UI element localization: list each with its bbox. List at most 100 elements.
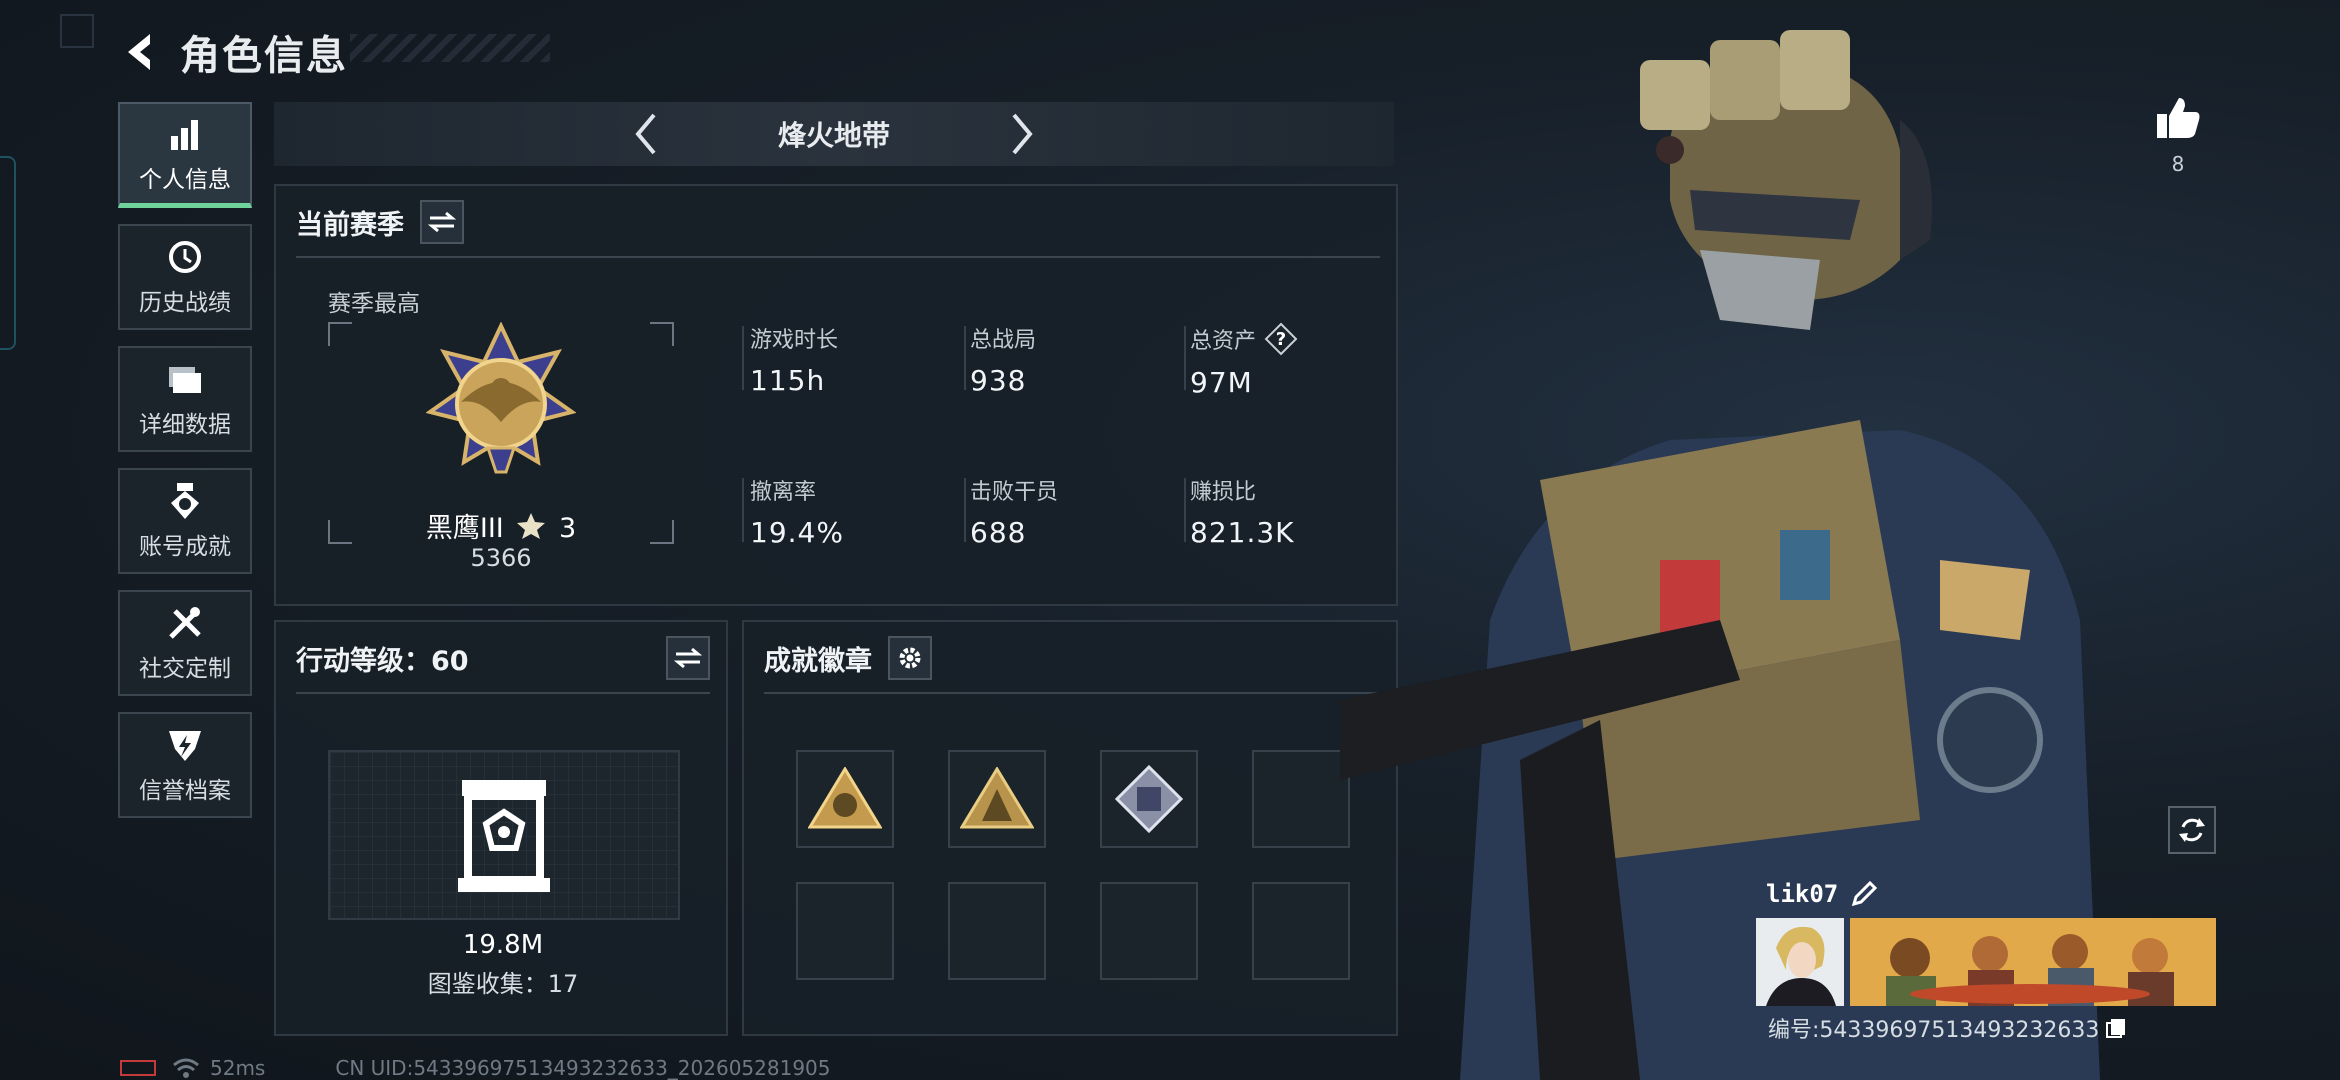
silver-badge-icon [1115,765,1183,833]
gold-badge-icon [808,767,882,829]
sidebar-item-label: 账号成就 [139,534,231,560]
rank-name-row: 黑鹰III 3 [328,506,674,545]
collection-card[interactable] [328,750,680,920]
stat-play-time: 游戏时长 115h [750,322,838,397]
side-edge-tab[interactable] [0,156,16,350]
sidebar-item-social[interactable]: 社交定制 [118,590,252,696]
divider [1184,326,1186,390]
page-title: 角色信息 [180,33,348,79]
chevron-right-icon[interactable] [1004,109,1040,159]
achievement-slot-empty[interactable] [948,882,1046,980]
mode-selector: 烽火地带 [274,102,1394,166]
season-title: 当前赛季 [296,209,404,241]
collection-count: 图鉴收集：17 [427,970,579,998]
sidebar-item-reputation[interactable]: 信誉档案 [118,712,252,818]
sidebar-item-detail-data[interactable]: 详细数据 [118,346,252,452]
footer-uid: CN UID:54339697513493232633_202605281905 [335,1056,831,1080]
sidebar-item-personal-info[interactable]: 个人信息 [118,102,252,208]
corner-decoration [60,14,94,48]
back-arrow-icon[interactable] [118,30,162,74]
stat-total-matches: 总战局 938 [970,322,1036,397]
refresh-button[interactable] [2168,806,2216,854]
achievement-slot-empty[interactable] [1100,882,1198,980]
stat-profit-ratio: 赚损比 821.3K [1190,474,1295,549]
divider [964,478,966,542]
profile-uid-row: 编号:5433969751349323263​3 [1768,1012,2127,1044]
rank-score: 5366 [470,544,532,572]
stat-value: 688 [970,516,1027,549]
sidebar-item-label: 信誉档案 [139,778,231,804]
stat-value: 19.4% [750,516,844,549]
achievement-slot[interactable] [1100,750,1198,848]
stat-label: 游戏时长 [750,328,839,353]
achievement-slot-empty[interactable] [1252,882,1350,980]
sidebar-item-label: 个人信息 [139,166,231,193]
refresh-icon [2179,818,2205,842]
achievement-panel: 成就徽章 [742,620,1398,1036]
stat-value: 938 [970,364,1027,397]
mode-name: 烽火地带 [777,119,890,152]
sidebar-item-history[interactable]: 历史战绩 [118,224,252,330]
stat-total-assets: 总资产 ? 97M [1190,322,1298,399]
help-icon[interactable]: ? [1264,322,1298,356]
achievement-settings-button[interactable] [888,636,932,680]
profile-banner[interactable] [1850,918,2216,1006]
help-mark: ? [1276,329,1286,350]
achievement-slot-empty[interactable] [1252,750,1350,848]
stat-label: 总战局 [970,328,1037,353]
level-title: 行动等级：60 [296,645,469,677]
stat-extract-rate: 撤离率 19.4% [750,474,844,549]
sidebar-item-label: 详细数据 [139,412,231,438]
like-count: 8 [2171,152,2185,176]
achievement-slot[interactable] [948,750,1046,848]
sidebar-item-label: 历史战绩 [139,290,231,316]
stat-label: 赚损比 [1190,480,1257,505]
season-switch-button[interactable] [420,200,464,244]
sidebar-item-achievements[interactable]: 账号成就 [118,468,252,574]
swap-icon [674,647,702,669]
rank-stars: 3 [558,513,577,544]
banner-image [1850,918,2216,1006]
season-panel: 当前赛季 赛季最高 黑鹰III 3 5366 游戏时长 115h 总战局 938… [274,184,1398,606]
status-bar: 52ms CN UID:54339697513493232633_2026052… [120,1056,831,1080]
achievement-slot-empty[interactable] [796,882,894,980]
stat-value: 115h [750,364,826,397]
like-button[interactable]: 8 [2150,96,2206,176]
divider [296,692,710,694]
thumbs-up-icon [2157,98,2200,138]
copy-icon[interactable] [2105,1017,2127,1039]
tools-icon [169,607,201,639]
edit-pencil-icon[interactable] [1850,880,1878,908]
achievement-title: 成就徽章 [764,645,872,677]
divider [1184,478,1186,542]
rank-name: 黑鹰III [425,513,504,544]
collection-case-icon [458,780,550,892]
gear-icon [899,647,921,669]
profile-name-row: lik07 [1766,880,1878,908]
chevron-left-icon[interactable] [628,109,664,159]
header: 角色信息 [118,22,348,82]
bar-chart-icon [171,119,198,150]
medal-icon [171,483,199,519]
ping-value: 52ms [210,1056,266,1080]
history-clock-icon [169,241,201,273]
sidebar: 个人信息 历史战绩 详细数据 账号成就 社交定制 信誉档案 [118,102,256,834]
stat-label: 撤离率 [750,480,817,505]
divider [764,692,1380,694]
player-name: lik07 [1766,880,1839,908]
avatar-image [1756,918,1844,1006]
sidebar-item-label: 社交定制 [139,656,231,682]
season-best-label: 赛季最高 [328,291,420,317]
achievement-slot[interactable] [796,750,894,848]
avatar[interactable] [1756,918,1844,1006]
star-icon [517,513,546,539]
divider [742,326,744,390]
stat-value: 97M [1190,366,1253,399]
gold-badge-icon [960,767,1034,829]
stat-kills: 击败干员 688 [970,474,1058,549]
level-switch-button[interactable] [666,636,710,680]
black-hawk-rank-icon [426,322,576,474]
profile-uid: 编号:5433969751349323263​3 [1768,1018,2100,1043]
level-panel: 行动等级：60 19.8M 图鉴收集：17 [274,620,728,1036]
swap-icon [428,211,456,233]
